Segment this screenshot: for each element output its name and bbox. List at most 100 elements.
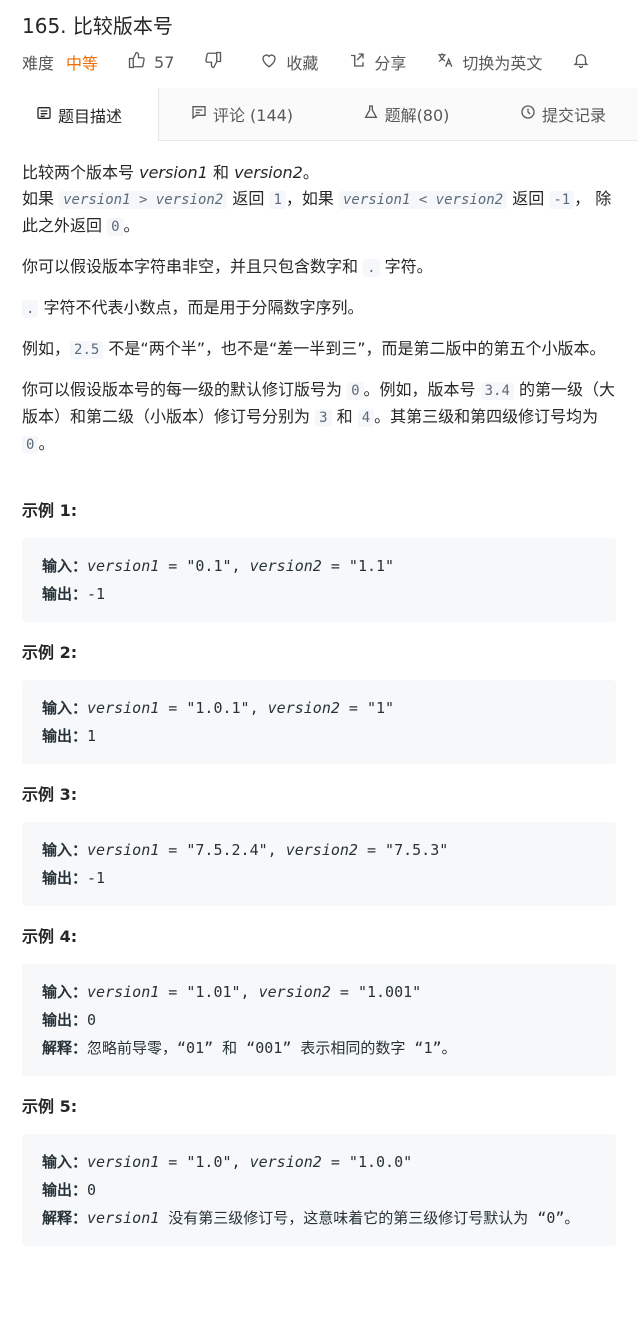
text: , bbox=[231, 557, 250, 575]
inline-code: 1 bbox=[269, 191, 286, 209]
text: ，如果 bbox=[285, 189, 339, 208]
example-title: 示例 4: bbox=[22, 927, 78, 946]
value: "1" bbox=[366, 699, 395, 717]
text: = bbox=[321, 557, 349, 575]
value: "1.1" bbox=[348, 557, 395, 575]
desc-paragraph: 例如， 2.5 不是“两个半”，也不是“差一半到三”，而是第二版中的第五个小版本。 bbox=[22, 336, 616, 363]
share-button[interactable]: 分享 bbox=[348, 50, 406, 74]
thumbs-up-icon bbox=[128, 51, 146, 73]
text: 。例如，版本号 bbox=[363, 380, 481, 399]
text: 字符。 bbox=[379, 257, 433, 276]
text: = bbox=[357, 841, 386, 859]
var-version1: version1 bbox=[87, 699, 160, 717]
text: 你可以假设版本字符串非空，并且只包含数字和 bbox=[22, 257, 364, 276]
inline-code: . bbox=[22, 300, 39, 318]
var-version2: version2 bbox=[258, 983, 331, 1001]
text: , bbox=[249, 699, 268, 717]
value: "0.1" bbox=[186, 557, 232, 575]
example-output-line: 输出：0 bbox=[42, 1176, 596, 1204]
example-title: 示例 2: bbox=[22, 643, 78, 662]
var-version1: version1 bbox=[139, 163, 208, 182]
example-output-line: 输出：1 bbox=[42, 722, 596, 750]
problem-description: 比较两个版本号 version1 和 version2。 如果 version1… bbox=[22, 160, 616, 1264]
example-input-line: 输入：version1 = "1.0.1", version2 = "1" bbox=[42, 694, 596, 722]
text: , bbox=[231, 1153, 250, 1171]
desc-paragraph: 你可以假设版本字符串非空，并且只包含数字和 . 字符。 bbox=[22, 254, 616, 281]
tab-submissions[interactable]: 提交记录 bbox=[488, 88, 638, 140]
description-icon bbox=[36, 105, 52, 125]
text: 。 bbox=[123, 216, 140, 235]
value: "1.0" bbox=[186, 1153, 232, 1171]
favorite-button[interactable]: 收藏 bbox=[260, 50, 318, 74]
text: = bbox=[159, 1153, 187, 1171]
example-block: 输入：version1 = "7.5.2.4", version2 = "7.5… bbox=[22, 822, 616, 906]
text: 比较两个版本号 bbox=[22, 163, 140, 182]
output-label: 输出： bbox=[42, 1181, 88, 1199]
text: = bbox=[339, 699, 367, 717]
var-version2: version2 bbox=[285, 841, 358, 859]
value: "7.5.2.4" bbox=[186, 841, 268, 859]
output-label: 输出： bbox=[42, 869, 88, 887]
inline-code: 3.4 bbox=[480, 382, 514, 400]
like-button[interactable]: 57 bbox=[128, 51, 174, 73]
value: "1.01" bbox=[186, 983, 241, 1001]
inline-code: version1 > version2 bbox=[59, 191, 228, 209]
tab-label: 提交记录 bbox=[541, 106, 606, 125]
text: 返回 bbox=[227, 189, 270, 208]
example-title: 示例 5: bbox=[22, 1097, 78, 1116]
thumbs-down-icon bbox=[204, 51, 222, 73]
example-output-line: 输出：0 bbox=[42, 1006, 596, 1034]
var-version1: version1 bbox=[87, 983, 160, 1001]
explanation-text: 没有第三级修订号，这意味着它的第三级修订号默认为 “0”。 bbox=[159, 1209, 580, 1227]
problem-title: 165. 比较版本号 bbox=[22, 14, 173, 38]
example-explanation-line: 解释：忽略前导零，“01” 和 “001” 表示相同的数字 “1”。 bbox=[42, 1034, 596, 1062]
tab-label: 题目描述 bbox=[57, 106, 122, 126]
inline-code: version1 < version2 bbox=[338, 191, 508, 209]
example-explanation-line: 解释：version1 没有第三级修订号，这意味着它的第三级修订号默认为 “0”… bbox=[42, 1204, 596, 1232]
heart-icon bbox=[260, 51, 278, 73]
notification-button[interactable] bbox=[572, 51, 598, 73]
tab-bar: 题目描述 评论 (144) 题解(80) 提交记录 bbox=[0, 88, 638, 141]
problem-meta-bar: 难度 中等 57 收藏 分享 切换为英文 bbox=[22, 50, 638, 74]
text: 。 bbox=[302, 163, 319, 182]
tab-description[interactable]: 题目描述 bbox=[0, 88, 159, 141]
inline-code: 4 bbox=[357, 409, 375, 427]
value: "1.0.1" bbox=[186, 699, 250, 717]
var-version1: version1 bbox=[87, 841, 160, 859]
input-label: 输入： bbox=[42, 1153, 88, 1171]
example-title: 示例 1: bbox=[22, 501, 78, 520]
inline-code: 0 bbox=[22, 436, 39, 454]
tab-solutions[interactable]: 题解(80) bbox=[326, 88, 486, 140]
var-version1: version1 bbox=[87, 1209, 160, 1227]
text: 字符不代表小数点，而是用于分隔数字序列。 bbox=[38, 298, 364, 317]
dislike-button[interactable] bbox=[204, 51, 230, 73]
inline-code: 2.5 bbox=[70, 341, 104, 359]
tab-comments[interactable]: 评论 (144) bbox=[160, 88, 324, 140]
tab-label: 题解(80) bbox=[384, 106, 450, 125]
example-input-line: 输入：version1 = "1.01", version2 = "1.001" bbox=[42, 978, 596, 1006]
desc-paragraph: 比较两个版本号 version1 和 version2。 bbox=[22, 160, 616, 186]
input-label: 输入： bbox=[42, 557, 88, 575]
value: -1 bbox=[87, 585, 106, 603]
difficulty-label: 难度 bbox=[22, 54, 55, 73]
text: 如果 bbox=[22, 189, 60, 208]
text: = bbox=[330, 983, 358, 1001]
example-input-line: 输入：version1 = "0.1", version2 = "1.1" bbox=[42, 552, 596, 580]
text: 和 bbox=[207, 163, 235, 182]
switch-language-button[interactable]: 切换为英文 bbox=[436, 50, 542, 74]
output-label: 输出： bbox=[42, 1011, 88, 1029]
var-version2: version2 bbox=[267, 699, 340, 717]
text: 和 bbox=[331, 407, 358, 426]
explanation-label: 解释： bbox=[42, 1209, 88, 1227]
explanation-text: 忽略前导零，“01” 和 “001” 表示相同的数字 “1”。 bbox=[87, 1039, 457, 1057]
text: = bbox=[159, 983, 187, 1001]
text: , bbox=[267, 841, 286, 859]
tab-label: 评论 (144) bbox=[212, 106, 294, 125]
value: "1.001" bbox=[357, 983, 422, 1001]
share-label: 分享 bbox=[374, 54, 407, 73]
value: 0 bbox=[87, 1181, 97, 1199]
value: 1 bbox=[87, 727, 97, 745]
example-block: 输入：version1 = "1.0.1", version2 = "1" 输出… bbox=[22, 680, 616, 764]
example-block: 输入：version1 = "1.01", version2 = "1.001"… bbox=[22, 964, 616, 1076]
value: 0 bbox=[87, 1011, 97, 1029]
